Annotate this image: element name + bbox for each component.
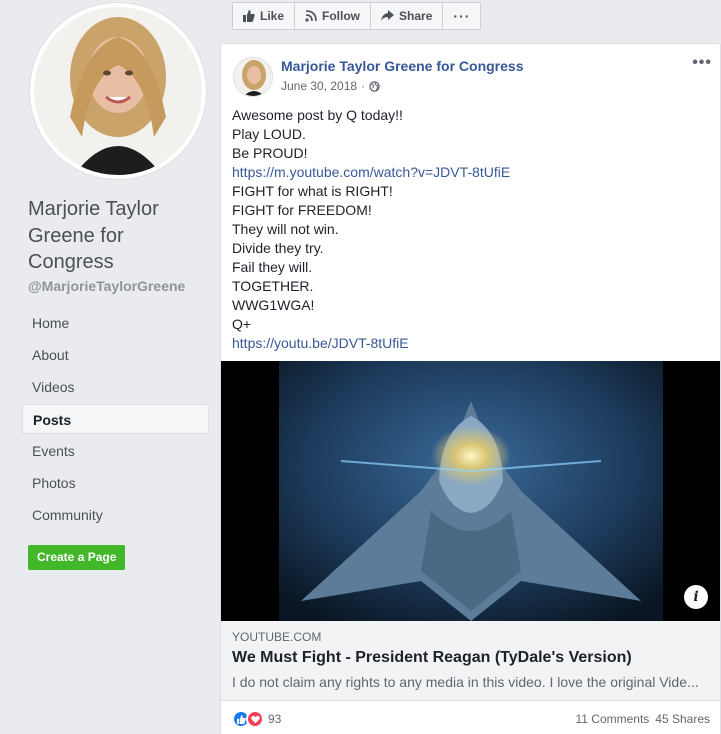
post-line: Fail they will. xyxy=(232,259,313,275)
share-button[interactable]: Share xyxy=(371,2,444,30)
post-date[interactable]: June 30, 2018 xyxy=(281,79,357,93)
shares-count[interactable]: 45 Shares xyxy=(655,712,710,726)
post-line: Be PROUD! xyxy=(232,145,308,161)
like-label: Like xyxy=(260,9,285,23)
post-body: Awesome post by Q today!! Play LOUD. Be … xyxy=(232,106,510,353)
more-icon: ··· xyxy=(453,8,471,24)
profile-picture[interactable] xyxy=(34,7,202,175)
reactions-count: 93 xyxy=(268,712,282,726)
like-page-button[interactable]: Like xyxy=(232,2,296,30)
post-card: Marjorie Taylor Greene for Congress June… xyxy=(220,43,721,734)
page-sidebar: Marjorie Taylor Greene for Congress @Mar… xyxy=(0,0,220,734)
engagement-counts: 11 Comments 45 Shares xyxy=(575,712,710,726)
page-handle[interactable]: @MarjorieTaylorGreene xyxy=(28,278,185,294)
post-line: Q+ xyxy=(232,316,252,332)
nav-item-community[interactable]: Community xyxy=(22,500,209,530)
post-line: FIGHT for FREEDOM! xyxy=(232,202,372,218)
post-line: Awesome post by Q today!! xyxy=(232,107,403,123)
post-link[interactable]: https://m.youtube.com/watch?v=JDVT-8tUfi… xyxy=(232,164,510,180)
post-line: Divide they try. xyxy=(232,240,324,256)
nav-item-photos[interactable]: Photos xyxy=(22,468,209,498)
nav-item-posts[interactable]: Posts xyxy=(22,404,209,434)
page-action-bar: Like Follow Share ··· xyxy=(232,2,482,30)
thumbs-up-icon xyxy=(243,10,255,22)
info-icon[interactable]: i xyxy=(684,585,708,609)
share-arrow-icon xyxy=(381,10,395,21)
nav-item-videos[interactable]: Videos xyxy=(22,372,209,402)
post-line: WWG1WGA! xyxy=(232,297,315,313)
post-line: TOGETHER. xyxy=(232,278,314,294)
link-title[interactable]: We Must Fight - President Reagan (TyDale… xyxy=(232,649,632,667)
link-preview[interactable]: YOUTUBE.COM We Must Fight - President Re… xyxy=(221,621,720,701)
post-footer: 93 11 Comments 45 Shares xyxy=(232,708,710,730)
nav-item-home[interactable]: Home xyxy=(22,308,209,338)
post-line: FIGHT for what is RIGHT! xyxy=(232,183,393,199)
post-author-avatar[interactable] xyxy=(233,57,273,97)
dot-separator: · xyxy=(361,79,366,93)
post-link[interactable]: https://youtu.be/JDVT-8tUfiE xyxy=(232,335,409,351)
nav-item-about[interactable]: About xyxy=(22,340,209,370)
share-label: Share xyxy=(399,9,433,23)
post-line: They will not win. xyxy=(232,221,339,237)
rss-icon xyxy=(305,10,317,22)
post-options-button[interactable]: ••• xyxy=(692,54,712,72)
create-page-button[interactable]: Create a Page xyxy=(28,545,126,570)
follow-button[interactable]: Follow xyxy=(295,2,372,30)
love-reaction-icon xyxy=(246,710,264,728)
nav-item-events[interactable]: Events xyxy=(22,436,209,466)
link-domain: YOUTUBE.COM xyxy=(232,630,322,644)
globe-icon[interactable] xyxy=(369,80,380,92)
comments-count[interactable]: 11 Comments xyxy=(575,712,649,726)
post-meta: June 30, 2018 · xyxy=(281,79,380,93)
post-author-name[interactable]: Marjorie Taylor Greene for Congress xyxy=(281,58,523,74)
reactions-summary[interactable]: 93 xyxy=(232,710,281,728)
follow-label: Follow xyxy=(322,9,361,23)
link-description: I do not claim any rights to any media i… xyxy=(232,674,699,690)
page-nav: Home About Videos Posts Events Photos Co… xyxy=(22,308,209,532)
profile-picture-frame[interactable] xyxy=(29,2,207,180)
more-actions-button[interactable]: ··· xyxy=(443,2,482,30)
video-thumbnail[interactable]: i xyxy=(221,361,720,621)
page-title: Marjorie Taylor Greene for Congress xyxy=(28,198,159,273)
post-line: Play LOUD. xyxy=(232,126,306,142)
